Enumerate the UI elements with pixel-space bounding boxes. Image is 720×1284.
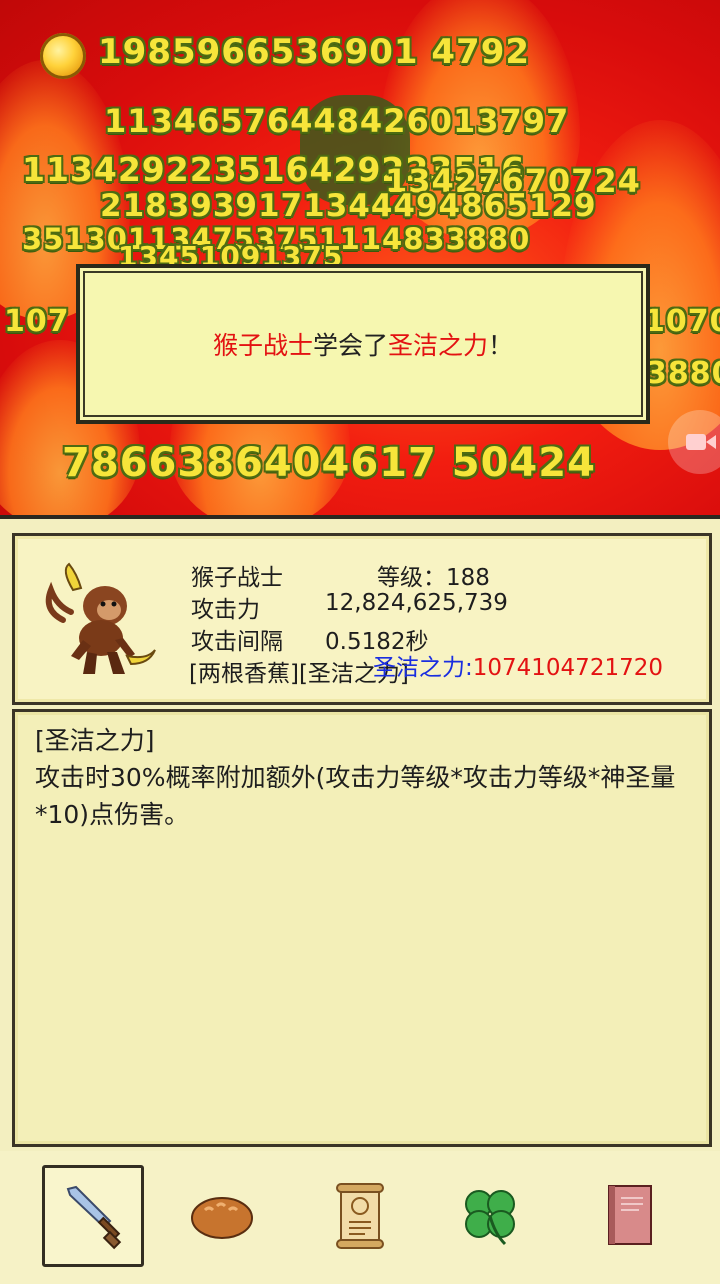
tab-clover[interactable]	[440, 1165, 540, 1265]
screen-record-button[interactable]	[668, 410, 720, 474]
skill-damage-line: 圣洁之力:1074104721720	[373, 648, 663, 682]
tab-scroll[interactable]	[310, 1165, 410, 1265]
damage-number: 2183939171344494865129	[100, 188, 597, 224]
skill-description-title: [圣洁之力]	[35, 726, 155, 755]
clover-icon	[465, 1190, 515, 1246]
book-icon	[608, 1185, 652, 1245]
damage-number: 7866386404617 50424	[62, 440, 596, 486]
gold-coin-icon	[40, 33, 86, 79]
damage-number: 11346576448426013797	[104, 102, 570, 140]
skill-damage-label: 圣洁之力:	[373, 655, 473, 681]
tab-book[interactable]	[580, 1165, 680, 1265]
popup-suffix: ！	[488, 331, 514, 360]
level-label: 等级：	[377, 565, 446, 591]
popup-skill-name: 圣洁之力	[388, 331, 489, 360]
damage-number: 1070	[644, 304, 720, 339]
bottom-tab-bar	[0, 1151, 720, 1284]
skill-damage-value: 1074104721720	[472, 655, 663, 681]
camera-icon	[686, 434, 706, 450]
battle-scene[interactable]: 1985966536901 4792 11346576448426013797 …	[0, 0, 720, 515]
damage-number: 107	[4, 304, 70, 339]
skill-learned-popup[interactable]: 猴子战士学会了圣洁之力！	[76, 264, 650, 424]
sword-icon	[66, 1185, 122, 1250]
level-value: 188	[446, 565, 490, 591]
skill-description-body: 攻击时30%概率附加额外(攻击力等级*攻击力等级*神圣量*10)点伤害。	[35, 763, 676, 829]
interval-label: 攻击间隔	[191, 629, 283, 655]
unit-level: 等级：188	[377, 558, 490, 592]
skill-description: [圣洁之力] 攻击时30%概率附加额外(攻击力等级*攻击力等级*神圣量*10)点伤…	[35, 722, 685, 833]
attack-label: 攻击力	[191, 597, 260, 623]
attack-value: 12,824,625,739	[325, 590, 508, 616]
gold-amount: 1985966536901 4792	[98, 32, 531, 72]
popup-middle-text: 学会了	[312, 331, 388, 360]
bread-icon	[191, 1197, 253, 1239]
skill-description-box: [圣洁之力] 攻击时30%概率附加额外(攻击力等级*攻击力等级*神圣量*10)点伤…	[12, 709, 712, 1147]
tab-bread[interactable]	[172, 1165, 272, 1265]
popup-message: 猴子战士学会了圣洁之力！	[213, 326, 513, 362]
unit-info-card: 猴子战士 等级：188 攻击力 12,824,625,739 攻击间隔 0.51…	[12, 533, 712, 705]
unit-name: 猴子战士	[191, 565, 283, 591]
tab-sword[interactable]	[42, 1165, 144, 1267]
popup-unit-name: 猴子战士	[212, 331, 313, 360]
monkey-warrior-icon	[45, 562, 156, 674]
unit-panel: 猴子战士 等级：188 攻击力 12,824,625,739 攻击间隔 0.51…	[0, 515, 720, 1284]
scroll-icon	[336, 1183, 384, 1249]
damage-number: 3880	[646, 356, 720, 391]
